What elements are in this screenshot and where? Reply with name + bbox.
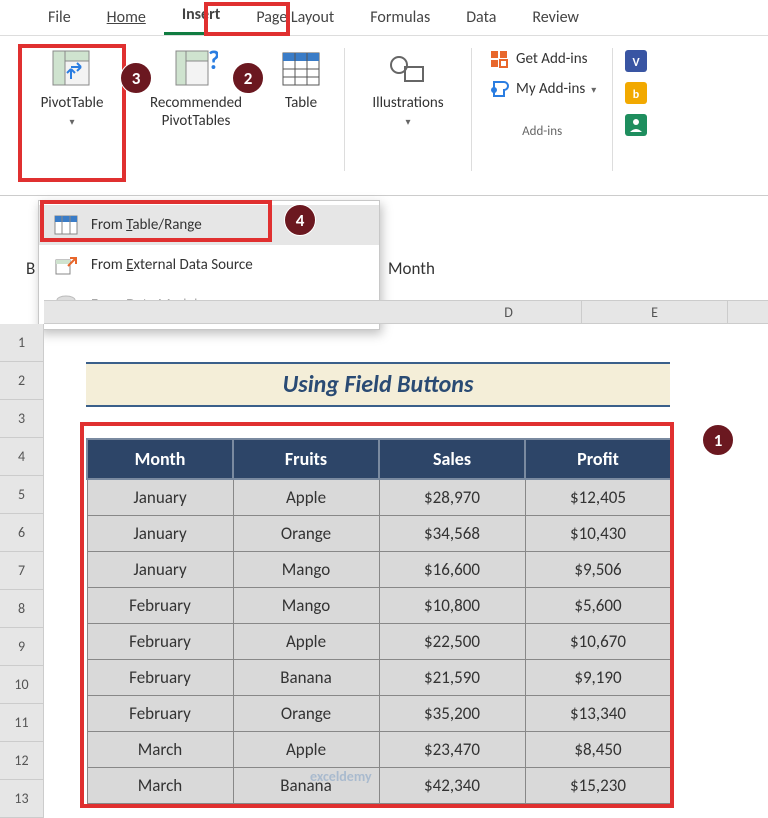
watermark: exceldemy [310,768,372,785]
col-header[interactable]: E [582,301,728,323]
addins-group: Get Add-ins My Add-ins ▾ [480,42,604,100]
tab-file[interactable]: File [30,2,89,35]
badge-3: 3 [120,62,152,94]
chevron-down-icon: ▾ [591,83,596,96]
table-icon [281,46,321,92]
row-header[interactable]: 2 [0,362,44,400]
bing-icon[interactable]: b [625,82,647,104]
external-source-icon [53,253,79,277]
row-header[interactable]: 9 [0,628,44,666]
tab-review[interactable]: Review [514,2,597,35]
row-headers: 1 2 3 4 5 6 7 8 9 10 11 12 13 [0,324,44,818]
people-icon[interactable] [625,114,647,136]
row-header[interactable]: 11 [0,704,44,742]
tab-home[interactable]: Home [89,2,164,35]
get-addins-icon [488,48,510,70]
row-header[interactable]: 12 [0,742,44,780]
illustrations-icon [387,46,429,92]
my-addins-icon [488,78,510,100]
annotation-insert-tab [204,2,290,36]
row-header[interactable]: 5 [0,476,44,514]
addins-caption: Add-ins [522,124,562,139]
recommended-pivottables-icon: ? [174,46,218,92]
annotation-pivottable [18,44,126,182]
formula-bar-fragment: Month [388,258,435,279]
get-addins-button[interactable]: Get Add-ins [488,48,596,70]
badge-2: 2 [232,62,264,94]
ribbon-tabs: File Home Insert Page Layout Formulas Da… [0,0,768,36]
right-icon-stack: V b [621,42,651,195]
badge-4: 4 [284,204,316,236]
row-header[interactable]: 8 [0,590,44,628]
visio-icon[interactable]: V [625,50,647,72]
row-header[interactable]: 13 [0,780,44,818]
worksheet[interactable]: Using Field Buttons Month Fruits Sales P… [44,324,768,407]
table-button[interactable]: Table [266,42,336,195]
cell-ref-fragment: B [26,258,35,279]
badge-1: 1 [702,424,734,456]
svg-text:?: ? [208,49,218,76]
column-headers: D E F [44,300,768,324]
row-header[interactable]: 4 [0,438,44,476]
chevron-down-icon: ▾ [405,115,410,128]
annotation-data-range [80,422,674,808]
row-header[interactable]: 3 [0,400,44,438]
row-header[interactable]: 6 [0,514,44,552]
sheet-title: Using Field Buttons [86,362,670,407]
col-header[interactable]: D [436,301,582,323]
my-addins-button[interactable]: My Add-ins ▾ [488,78,596,100]
row-header[interactable]: 7 [0,552,44,590]
svg-text:V: V [633,56,641,70]
svg-text:b: b [633,88,640,102]
tab-formulas[interactable]: Formulas [352,2,448,35]
illustrations-button[interactable]: Illustrations▾ [353,42,463,195]
from-external-item[interactable]: From External Data Source [39,245,379,285]
row-header[interactable]: 1 [0,324,44,362]
col-header[interactable]: F [728,301,768,323]
annotation-from-table [40,200,272,242]
tab-data[interactable]: Data [448,2,514,35]
row-header[interactable]: 10 [0,666,44,704]
